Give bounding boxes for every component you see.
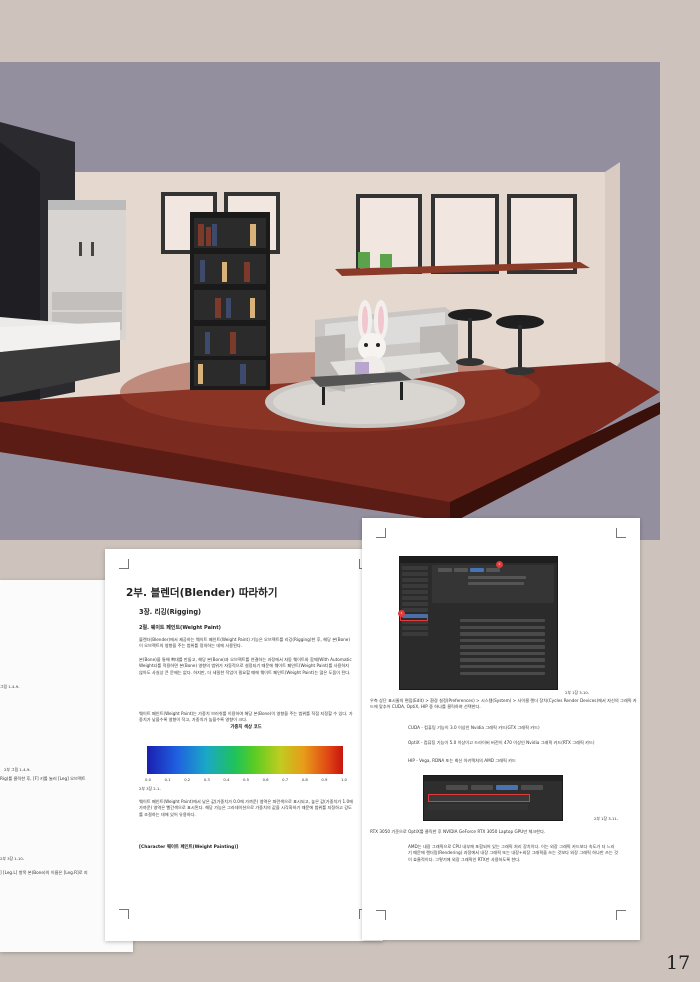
room-render-image [0, 62, 660, 540]
device-tabs [446, 785, 543, 790]
cycles-devices-screenshot [423, 775, 563, 821]
tick-label: 0.1 [164, 777, 171, 782]
figure-caption: 2부 그림 1-4-9- [4, 767, 31, 772]
crop-mark [376, 528, 386, 538]
highlight-box [400, 615, 428, 621]
paragraph: 웨이트 페인트(Weight Paint)는 가중치 브러쉬를 이용하여 해당 … [139, 711, 353, 723]
paragraph: RTX 3050 기준으로 OptiX를 클릭한 후 NVIDIA GeForc… [370, 829, 546, 834]
gpu-checkbox-highlight [428, 794, 530, 802]
tick-label: 0.7 [282, 777, 289, 782]
device-tabs [438, 568, 500, 572]
figure-caption: 2부 3장 1-10- [0, 856, 25, 861]
preferences-screenshot: 2 1 [398, 556, 558, 690]
tick-label: 0.6 [262, 777, 269, 782]
bullet-item: CUDA - 컴퓨팅 기능이 3.0 이상인 Nvidia 그래픽 카드(GTX… [408, 725, 540, 730]
figure-caption: 그림 1-4-9- [0, 684, 20, 689]
bullet-item: OptiX - 컴퓨팅 기능이 5.0 이상이고 드라이버 버전이 470 이상… [408, 740, 595, 745]
bullet-item: AMD는 내장 그래픽으로 CPU 내부에 포함되어 있는 그래픽 처리 장치이… [408, 844, 618, 862]
badge-2: 2 [496, 561, 503, 568]
crop-mark [616, 528, 626, 538]
gradient-tick-labels: 0.0 0.1 0.2 0.3 0.4 0.5 0.6 0.7 0.8 0.9 … [145, 777, 347, 782]
crop-mark [119, 559, 129, 569]
paragraph: 블렌더(Blender)에서 제공하는 웨이트 페인트(Weight Paint… [139, 637, 350, 649]
figure-caption: 2부 3장 2-1- [139, 786, 161, 791]
preferences-sidebar [402, 566, 428, 638]
badge-1: 1 [398, 610, 405, 617]
tick-label: 1.0 [340, 777, 347, 782]
tab-none [446, 785, 468, 790]
figure-title: 가중치 색상 코드 [230, 725, 262, 730]
paragraph: 우측 상단 표시줄의 편집(Edit) > 환경 설정(Preferences)… [370, 698, 637, 710]
crop-mark [376, 910, 386, 920]
tick-label: 0.8 [301, 777, 308, 782]
part-title: 2부. 블렌더(Blender) 따라하기 [126, 587, 278, 599]
tab-optix [496, 785, 518, 790]
cpu-row [468, 582, 524, 585]
gpu-row [468, 576, 526, 579]
section-title: 2절. 웨이트 페인트(Weight Paint) [139, 625, 221, 631]
tab-hip [521, 785, 543, 790]
paragraph: 웨이트 페인트(Weight Paint)에서 낮은 값(가중치가 0.0에 가… [139, 799, 353, 817]
tick-label: 0.3 [203, 777, 210, 782]
tick-label: 0.4 [223, 777, 230, 782]
crop-mark [119, 909, 129, 919]
subsection-title: [Character 웨이트 페인트(Weight Painting)] [139, 845, 239, 850]
middle-page: 2부. 블렌더(Blender) 따라하기 3장. 리깅(Rigging) 2절… [105, 549, 383, 941]
tick-label: 0.2 [184, 777, 191, 782]
tick-label: 0.9 [321, 777, 328, 782]
paragraph: 본(Bone)을 통해 뼈대를 만들고, 해당 본(Bone)과 오브젝트를 연… [139, 657, 352, 675]
figure-caption: 2부 1장 3-10- [565, 690, 590, 695]
figure-caption: 2부 1장 3-11- [594, 816, 619, 821]
panel-header [424, 776, 562, 781]
bullet-item: HIP - Vega, RDNA 또는 최신 아키텍처의 AMD 그래픽 카드 [408, 758, 516, 763]
cpu-checkbox-row [428, 804, 528, 810]
tick-label: 0.5 [242, 777, 250, 782]
page-number: 17 [666, 952, 691, 974]
tab-cuda [471, 785, 493, 790]
chapter-title: 3장. 리깅(Rigging) [139, 608, 202, 616]
tick-label: 0.0 [145, 777, 152, 782]
window-titlebar [400, 557, 557, 563]
settings-fields [460, 619, 545, 678]
crop-mark [616, 910, 626, 920]
right-page: 2 1 2부 1장 3-10- 우측 상단 표시줄의 편집(Edit) > 환경… [362, 518, 640, 940]
weight-color-gradient [147, 746, 343, 774]
